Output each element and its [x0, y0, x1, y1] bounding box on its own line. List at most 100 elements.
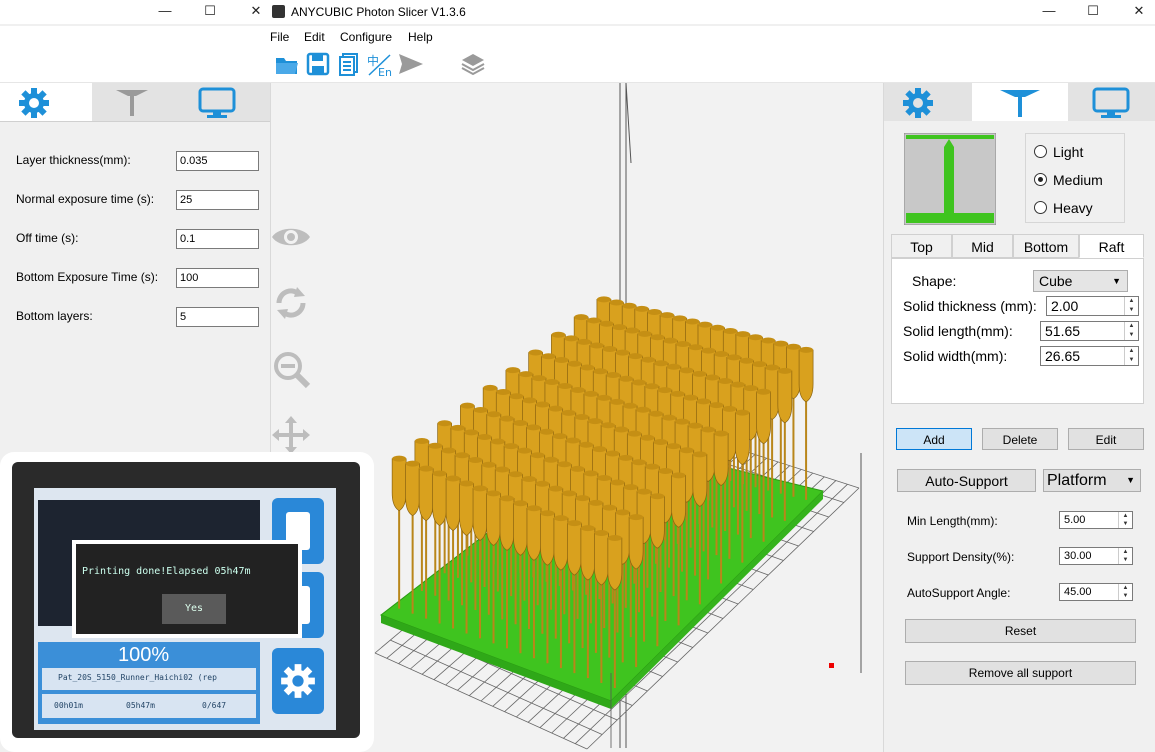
subtab-mid[interactable]: Mid [952, 234, 1013, 258]
close-button-2[interactable]: ✕ [1116, 0, 1155, 24]
svg-text:En: En [378, 66, 392, 78]
part-cap [561, 409, 576, 416]
menu-edit[interactable]: Edit [304, 30, 325, 44]
part-cap [714, 351, 729, 358]
gear-icon [903, 88, 933, 118]
solid-thickness-value: 2.00 [1051, 298, 1079, 314]
part-body [418, 468, 434, 522]
language-icon[interactable]: 中 En [366, 52, 394, 78]
menu-file[interactable]: File [270, 30, 289, 44]
part-body [580, 527, 596, 581]
radio-medium-label: Medium [1053, 172, 1103, 188]
tab-settings-right[interactable] [884, 83, 972, 121]
shape-select[interactable]: Cube ▼ [1033, 270, 1128, 292]
part-cap [566, 437, 580, 444]
layers-icon[interactable] [460, 52, 486, 76]
spin-arrows-icon[interactable]: ▲ ▼ [1124, 322, 1138, 340]
part-cap [592, 446, 607, 453]
auto-support-button[interactable]: Auto-Support [897, 469, 1036, 492]
gear-icon [19, 88, 49, 118]
part-cap [671, 472, 686, 479]
min-length-spinbox[interactable]: 5.00 ▲ ▼ [1059, 511, 1133, 529]
part-cap [628, 353, 643, 360]
spin-arrows-icon[interactable]: ▲ ▼ [1124, 347, 1138, 365]
tab-support[interactable] [92, 83, 182, 121]
part-cap [513, 420, 528, 427]
platform-select[interactable]: Platform ▼ [1043, 469, 1141, 492]
spin-arrows-icon[interactable]: ▲ ▼ [1118, 512, 1132, 528]
edit-button[interactable]: Edit [1068, 428, 1144, 450]
menu-help[interactable]: Help [408, 30, 433, 44]
part-cap [641, 356, 656, 363]
radio-medium[interactable]: Medium [1034, 172, 1103, 188]
part-cap [580, 525, 595, 532]
autosupport-angle-spinbox[interactable]: 45.00 ▲ ▼ [1059, 583, 1133, 601]
tab-monitor-right[interactable] [1068, 83, 1155, 121]
part-body [756, 391, 771, 445]
tab-settings[interactable] [0, 83, 92, 121]
maximize-button[interactable]: ☐ [187, 0, 233, 24]
printer-lcd: Printing done!Elapsed 05h47m Yes 100% Pa… [34, 488, 336, 730]
part-cap [594, 530, 609, 537]
tab-monitor[interactable] [182, 83, 270, 121]
part-cap [640, 434, 655, 441]
off-time-input[interactable]: 0.1 [176, 229, 259, 249]
radio-heavy[interactable]: Heavy [1034, 200, 1093, 216]
solid-thickness-spinbox[interactable]: 2.00 ▲ ▼ [1046, 296, 1139, 316]
layer-thickness-input[interactable]: 0.035 [176, 151, 259, 171]
solid-width-spinbox[interactable]: 26.65 ▲ ▼ [1040, 346, 1139, 366]
normal-exposure-input[interactable]: 25 [176, 190, 259, 210]
reset-button[interactable]: Reset [905, 619, 1136, 643]
eye-icon[interactable] [271, 223, 311, 251]
bottom-exposure-input[interactable]: 100 [176, 268, 259, 288]
part-cap [583, 390, 598, 397]
subtab-raft[interactable]: Raft [1079, 234, 1144, 258]
part-cap [773, 340, 788, 347]
rotate-icon[interactable] [271, 283, 311, 323]
printer-percent: 100% [118, 644, 170, 666]
part-cap [606, 372, 621, 379]
part-body [432, 473, 447, 526]
spin-arrows-icon[interactable]: ▲ ▼ [1118, 548, 1132, 564]
part-cap [486, 411, 501, 418]
maximize-button-2[interactable]: ☐ [1070, 0, 1116, 24]
open-folder-icon[interactable] [274, 52, 300, 78]
part-cap [647, 309, 662, 316]
move-icon[interactable] [271, 415, 311, 455]
support-tree-icon [1000, 90, 1040, 117]
autosupport-angle-value: 45.00 [1064, 586, 1092, 598]
part-cap [508, 471, 523, 478]
send-icon[interactable] [398, 52, 424, 76]
part-cap [615, 509, 630, 516]
subtab-bottom[interactable]: Bottom [1013, 234, 1079, 258]
menu-configure[interactable]: Configure [340, 30, 392, 44]
zoom-icon[interactable] [271, 349, 311, 389]
save-icon[interactable] [306, 52, 330, 76]
support-density-spinbox[interactable]: 30.00 ▲ ▼ [1059, 547, 1133, 565]
delete-button[interactable]: Delete [982, 428, 1058, 450]
solid-length-label: Solid length(mm): [903, 323, 1013, 339]
slice-icon[interactable] [338, 52, 360, 76]
part-cap [599, 320, 614, 327]
add-button[interactable]: Add [896, 428, 972, 450]
radio-light[interactable]: Light [1034, 144, 1083, 160]
spin-arrows-icon[interactable]: ▲ ▼ [1124, 297, 1138, 315]
part-cap [522, 476, 536, 483]
tab-support-right[interactable] [972, 83, 1068, 121]
remove-all-support-button[interactable]: Remove all support [905, 661, 1136, 685]
spin-arrows-icon[interactable]: ▲ ▼ [1118, 584, 1132, 600]
part-cap [761, 337, 776, 344]
radio-light-label: Light [1053, 144, 1084, 160]
part-cap [544, 456, 558, 463]
part-cap [596, 296, 611, 303]
part-cap [392, 455, 407, 462]
bottom-layers-input[interactable]: 5 [176, 307, 259, 327]
part-cap [602, 504, 617, 511]
part-cap [574, 413, 589, 420]
minimize-button-2[interactable]: — [1026, 0, 1072, 24]
solid-length-spinbox[interactable]: 51.65 ▲ ▼ [1040, 321, 1139, 341]
platform-select-value: Platform [1047, 472, 1107, 489]
part-cap [662, 414, 677, 421]
subtab-top[interactable]: Top [891, 234, 952, 258]
minimize-button[interactable]: — [142, 0, 188, 24]
